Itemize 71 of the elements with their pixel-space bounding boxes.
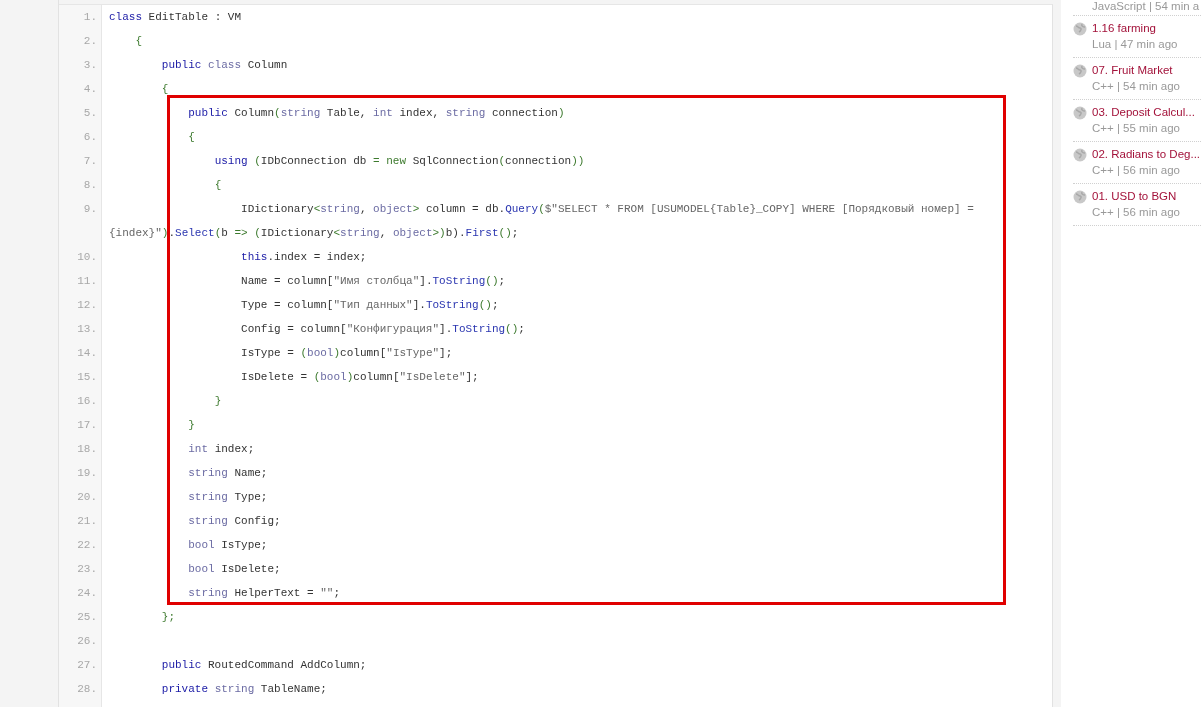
code-line: class EditTable : VM [109, 10, 243, 25]
snippet-link[interactable]: 1.16 farming [1092, 20, 1178, 36]
snippet-meta: C++ | 54 min ago [1092, 79, 1180, 94]
snippet-meta: C++ | 56 min ago [1092, 163, 1181, 178]
line-number: 28. [76, 682, 97, 697]
snippet-link[interactable]: 01. USD to BGN [1092, 188, 1180, 204]
snippet-link[interactable]: 02. Radians to Deg... [1092, 146, 1201, 162]
line-number: 26. [76, 634, 97, 649]
code-line: string Config; [187, 514, 282, 529]
code-line: IDictionary<string, object> column = db.Query($"SELECT * FROM [USUMODEL{Table}_COPY] WHERE [Порядковый номер] = {index}").Select(b => (IDictionary<string, object>)b).First(); [109, 202, 975, 241]
code-line: public class Column [160, 58, 289, 73]
line-number: 12. [76, 298, 97, 313]
line-number: 7. [82, 154, 97, 169]
globe-icon [1073, 106, 1087, 120]
line-number: 25. [76, 610, 97, 625]
snippet-meta: C++ | 55 min ago [1092, 121, 1181, 136]
code-line: private string TableName; [160, 682, 328, 697]
line-number: 2. [82, 34, 97, 49]
code-line: IsDelete = (bool)column["IsDelete"]; [240, 370, 480, 385]
snippet-meta: C++ | 56 min ago [1092, 205, 1180, 220]
line-number: 1. [82, 10, 97, 25]
line-number: 22. [76, 538, 97, 553]
line-number: 21. [76, 514, 97, 529]
globe-icon [1073, 22, 1087, 36]
line-number: 8. [82, 178, 97, 193]
line-number: 16. [76, 394, 97, 409]
code-line: string Name; [187, 466, 269, 481]
code-line: IsType = (bool)column["IsType"]; [240, 346, 454, 361]
code-line: Config = column["Конфигурация"].ToString(); [240, 322, 526, 337]
code-line: { [134, 34, 143, 49]
code-line: Type = column["Тип данных"].ToString(); [240, 298, 500, 313]
globe-icon [1073, 64, 1087, 78]
code-line: public Column(string Table, int index, string connection) [187, 106, 566, 121]
code-line: bool IsDelete; [187, 562, 282, 577]
line-number: 24. [76, 586, 97, 601]
line-number: 15. [76, 370, 97, 385]
code-line: { [187, 130, 196, 145]
line-number: 19. [76, 466, 97, 481]
snippet-meta: Lua | 47 min ago [1092, 37, 1178, 52]
code-line: } [213, 394, 223, 409]
line-number: 17. [76, 418, 97, 433]
code-line: this.index = index; [240, 250, 368, 265]
code-line: int index; [187, 442, 256, 457]
code-line: bool IsType; [187, 538, 269, 553]
code-line: } [187, 418, 196, 433]
snippet-link[interactable]: 07. Fruit Market [1092, 62, 1180, 78]
line-number: 14. [76, 346, 97, 361]
line-number: 13. [76, 322, 97, 337]
line-number: 11. [76, 274, 97, 289]
line-number: 23. [76, 562, 97, 577]
code-line: string HelperText = ""; [187, 586, 342, 601]
code-line: { [213, 178, 223, 193]
code-line: { [160, 82, 170, 97]
line-number: 27. [76, 658, 97, 673]
line-number: 4. [82, 82, 97, 97]
code-line: Name = column["Имя столбца"].ToString(); [240, 274, 507, 289]
globe-icon [1073, 190, 1087, 204]
globe-icon [1073, 148, 1087, 162]
line-number: 3. [82, 58, 97, 73]
snippet-link[interactable]: 03. Deposit Calcul... [1092, 104, 1195, 120]
code-line: using (IDbConnection db = new SqlConnection(connection)) [213, 154, 586, 169]
line-number: 5. [82, 106, 97, 121]
code-line: }; [160, 610, 176, 625]
code-line: string Type; [187, 490, 269, 505]
line-number: 10. [76, 250, 97, 265]
line-number: 18. [76, 442, 97, 457]
line-number: 20. [76, 490, 97, 505]
code-line: public RoutedCommand AddColumn; [160, 658, 368, 673]
line-number: 6. [82, 130, 97, 145]
snippet-meta: JavaScript | 54 min a [1092, 0, 1200, 13]
line-number: 9. [82, 202, 97, 217]
